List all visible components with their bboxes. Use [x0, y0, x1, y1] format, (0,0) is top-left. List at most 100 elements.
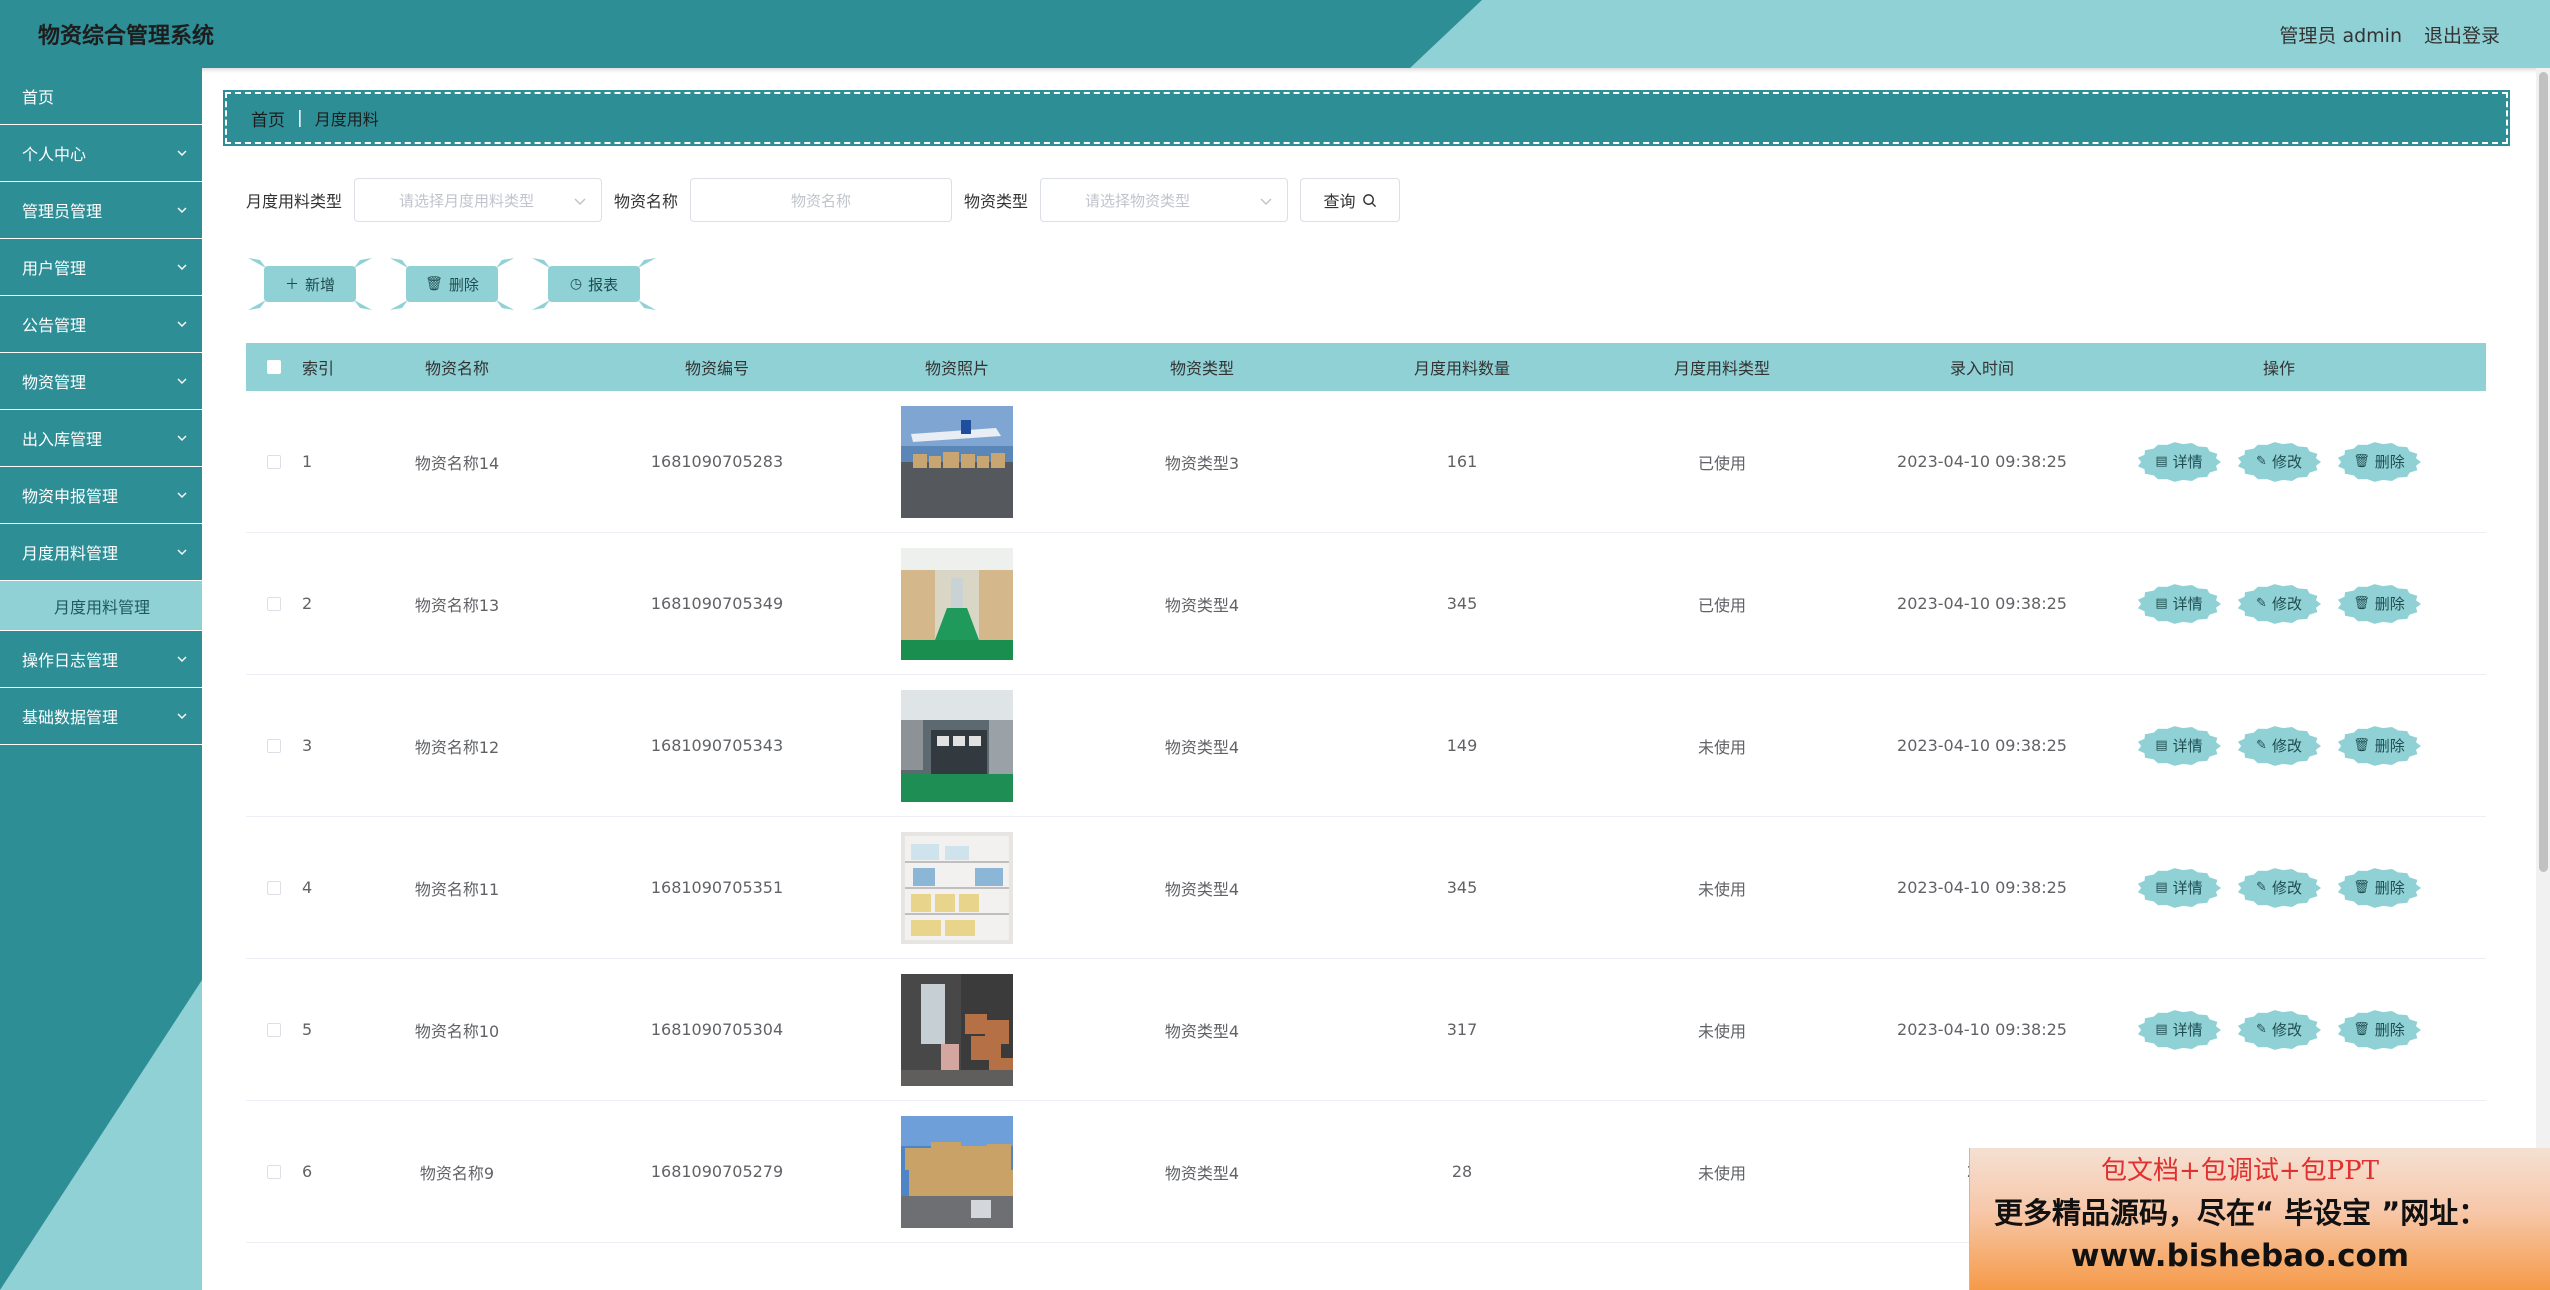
promo-line-1: 包文档+包调试+包PPT	[2101, 1156, 2379, 1186]
sidebar-item[interactable]: 基础数据管理	[0, 688, 202, 745]
cell-index: 5	[302, 1020, 313, 1039]
row-checkbox[interactable]	[267, 880, 281, 895]
row-checkbox[interactable]	[267, 596, 281, 611]
edit-button[interactable]: ✎ 修改	[2235, 1008, 2323, 1052]
delete-row-button[interactable]: 🗑 删除	[2335, 866, 2423, 910]
table-body: 1 物资名称14 1681090705283 物资类型3 161 已使用 2023-04-1…	[246, 391, 2486, 1243]
edit-button[interactable]: ✎ 修改	[2235, 866, 2323, 910]
detail-button[interactable]: ▤ 详情	[2135, 1008, 2223, 1052]
chevron-down-icon	[176, 489, 188, 501]
sidebar-item-label: 月度用料管理	[22, 544, 119, 563]
delete-row-button[interactable]: 🗑 删除	[2335, 724, 2423, 768]
cell-type: 物资类型4	[1164, 737, 1240, 757]
sidebar-item-label: 物资管理	[22, 373, 87, 392]
cell-index: 3	[302, 736, 313, 755]
chevron-down-icon	[176, 432, 188, 444]
delete-button[interactable]: 🗑 删除	[388, 256, 516, 312]
search-bar: 月度用料类型 请选择月度用料类型 物资名称 物资名称 物资类型 请选择物资类型 …	[246, 178, 1401, 222]
column-header: 月度用料数量	[1413, 359, 1510, 378]
sidebar-item[interactable]: 管理员管理	[0, 182, 202, 239]
scrollbar-thumb[interactable]	[2539, 72, 2548, 872]
delete-row-button[interactable]: 🗑 删除	[2335, 582, 2423, 626]
edit-button[interactable]: ✎ 修改	[2235, 440, 2323, 484]
monthly-type-label: 月度用料类型	[246, 192, 343, 211]
report-button[interactable]: ◷ 报表	[530, 256, 658, 312]
material-photo[interactable]	[901, 973, 1013, 1086]
edit-button-label: 修改	[2271, 737, 2302, 755]
trash-icon: 🗑	[2353, 738, 2370, 753]
table-row: 1 物资名称14 1681090705283 物资类型3 161 已使用 2023-04-1…	[246, 391, 2486, 533]
delete-row-button[interactable]: 🗑 删除	[2335, 440, 2423, 484]
cell-time: 2023-04-10 09:38:25	[1897, 736, 2067, 755]
column-header: 录入时间	[1949, 359, 2014, 378]
cell-monthly-type: 已使用	[1697, 595, 1746, 615]
action-toolbar: ＋ 新增 🗑 删除 ◷ 报表	[246, 256, 672, 312]
material-photo[interactable]	[901, 689, 1013, 802]
material-photo[interactable]	[901, 831, 1013, 944]
sidebar-item[interactable]: 物资申报管理	[0, 467, 202, 524]
breadcrumb-home[interactable]: 首页	[251, 106, 285, 131]
document-icon: ▤	[2155, 596, 2168, 611]
delete-row-button[interactable]: 🗑 删除	[2335, 1008, 2423, 1052]
logout-link[interactable]: 退出登录	[2424, 21, 2500, 48]
sidebar-item[interactable]: 出入库管理	[0, 410, 202, 467]
material-photo[interactable]	[901, 547, 1013, 660]
detail-button[interactable]: ▤ 详情	[2135, 866, 2223, 910]
sidebar-item[interactable]: 操作日志管理	[0, 631, 202, 688]
material-type-select[interactable]: 请选择物资类型	[1040, 178, 1289, 222]
material-table: 索引 物资名称 物资编号 物资照片 物资类型 月度用料数量 月度用料类型 录入时…	[246, 343, 2486, 1243]
sidebar-item-label: 首页	[22, 88, 55, 107]
sidebar-subitem-active[interactable]: 月度用料管理	[0, 581, 202, 631]
row-checkbox[interactable]	[267, 1164, 281, 1179]
query-button[interactable]: 查询	[1300, 178, 1401, 222]
material-photo[interactable]	[901, 1115, 1013, 1228]
app-title: 物资综合管理系统	[38, 24, 215, 49]
detail-button[interactable]: ▤ 详情	[2135, 440, 2223, 484]
pencil-icon: ✎	[2256, 738, 2267, 753]
column-header: 物资编号	[684, 359, 749, 378]
cell-type: 物资类型3	[1164, 453, 1240, 473]
query-button-label: 查询	[1323, 192, 1356, 211]
cell-name: 物资名称11	[414, 879, 500, 899]
sidebar-item[interactable]: 首页	[0, 68, 202, 125]
material-photo[interactable]	[901, 405, 1013, 518]
detail-button[interactable]: ▤ 详情	[2135, 582, 2223, 626]
edit-button[interactable]: ✎ 修改	[2235, 582, 2323, 626]
row-checkbox[interactable]	[267, 1022, 281, 1037]
select-all-checkbox[interactable]	[267, 360, 281, 374]
page-scrollbar[interactable]	[2536, 68, 2550, 1290]
document-icon: ▤	[2155, 880, 2168, 895]
cell-code: 1681090705283	[650, 452, 784, 471]
material-type-placeholder: 请选择物资类型	[1085, 191, 1191, 210]
sidebar: 首页个人中心 管理员管理 用户管理 公告管理物资管理出入库管理 物资申报管理月度用料管理…	[0, 68, 202, 1290]
cell-time: 2023-04-10 09:38:25	[1897, 594, 2067, 613]
detail-button-label: 详情	[2172, 737, 2203, 755]
sidebar-decoration	[0, 980, 202, 1290]
add-button[interactable]: ＋ 新增	[246, 256, 374, 312]
cell-name: 物资名称10	[414, 1021, 500, 1041]
breadcrumb-separator: |	[297, 108, 303, 128]
cell-time: 2023-04-10 09:38:25	[1897, 1020, 2067, 1039]
sidebar-item[interactable]: 公告管理	[0, 296, 202, 353]
material-name-input[interactable]: 物资名称	[690, 178, 953, 222]
sidebar-item[interactable]: 月度用料管理	[0, 524, 202, 581]
detail-button[interactable]: ▤ 详情	[2135, 724, 2223, 768]
cell-type: 物资类型4	[1164, 1021, 1240, 1041]
row-checkbox[interactable]	[267, 454, 281, 469]
pie-chart-icon: ◷	[569, 276, 583, 292]
monthly-type-select[interactable]: 请选择月度用料类型	[354, 178, 603, 222]
document-icon: ▤	[2155, 454, 2168, 469]
row-checkbox[interactable]	[267, 738, 281, 753]
document-icon: ▤	[2155, 1022, 2168, 1037]
edit-button[interactable]: ✎ 修改	[2235, 724, 2323, 768]
table-row: 2 物资名称13 1681090705349 物资类型4 345 已使用 2023-04-1…	[246, 533, 2486, 675]
cell-time: 2023-04-10 09:38:25	[1897, 452, 2067, 471]
cell-time: 2023-04-10 09:38:25	[1897, 878, 2067, 897]
promo-watermark: 包文档+包调试+包PPT 更多精品源码，尽在“ 毕设宝 ”网址： www.bis…	[1969, 1148, 2550, 1290]
cell-index: 4	[302, 878, 313, 897]
sidebar-item[interactable]: 物资管理	[0, 353, 202, 410]
trash-icon: 🗑	[2353, 454, 2370, 469]
sidebar-item[interactable]: 个人中心	[0, 125, 202, 182]
chevron-down-icon	[573, 194, 587, 212]
sidebar-item[interactable]: 用户管理	[0, 239, 202, 296]
